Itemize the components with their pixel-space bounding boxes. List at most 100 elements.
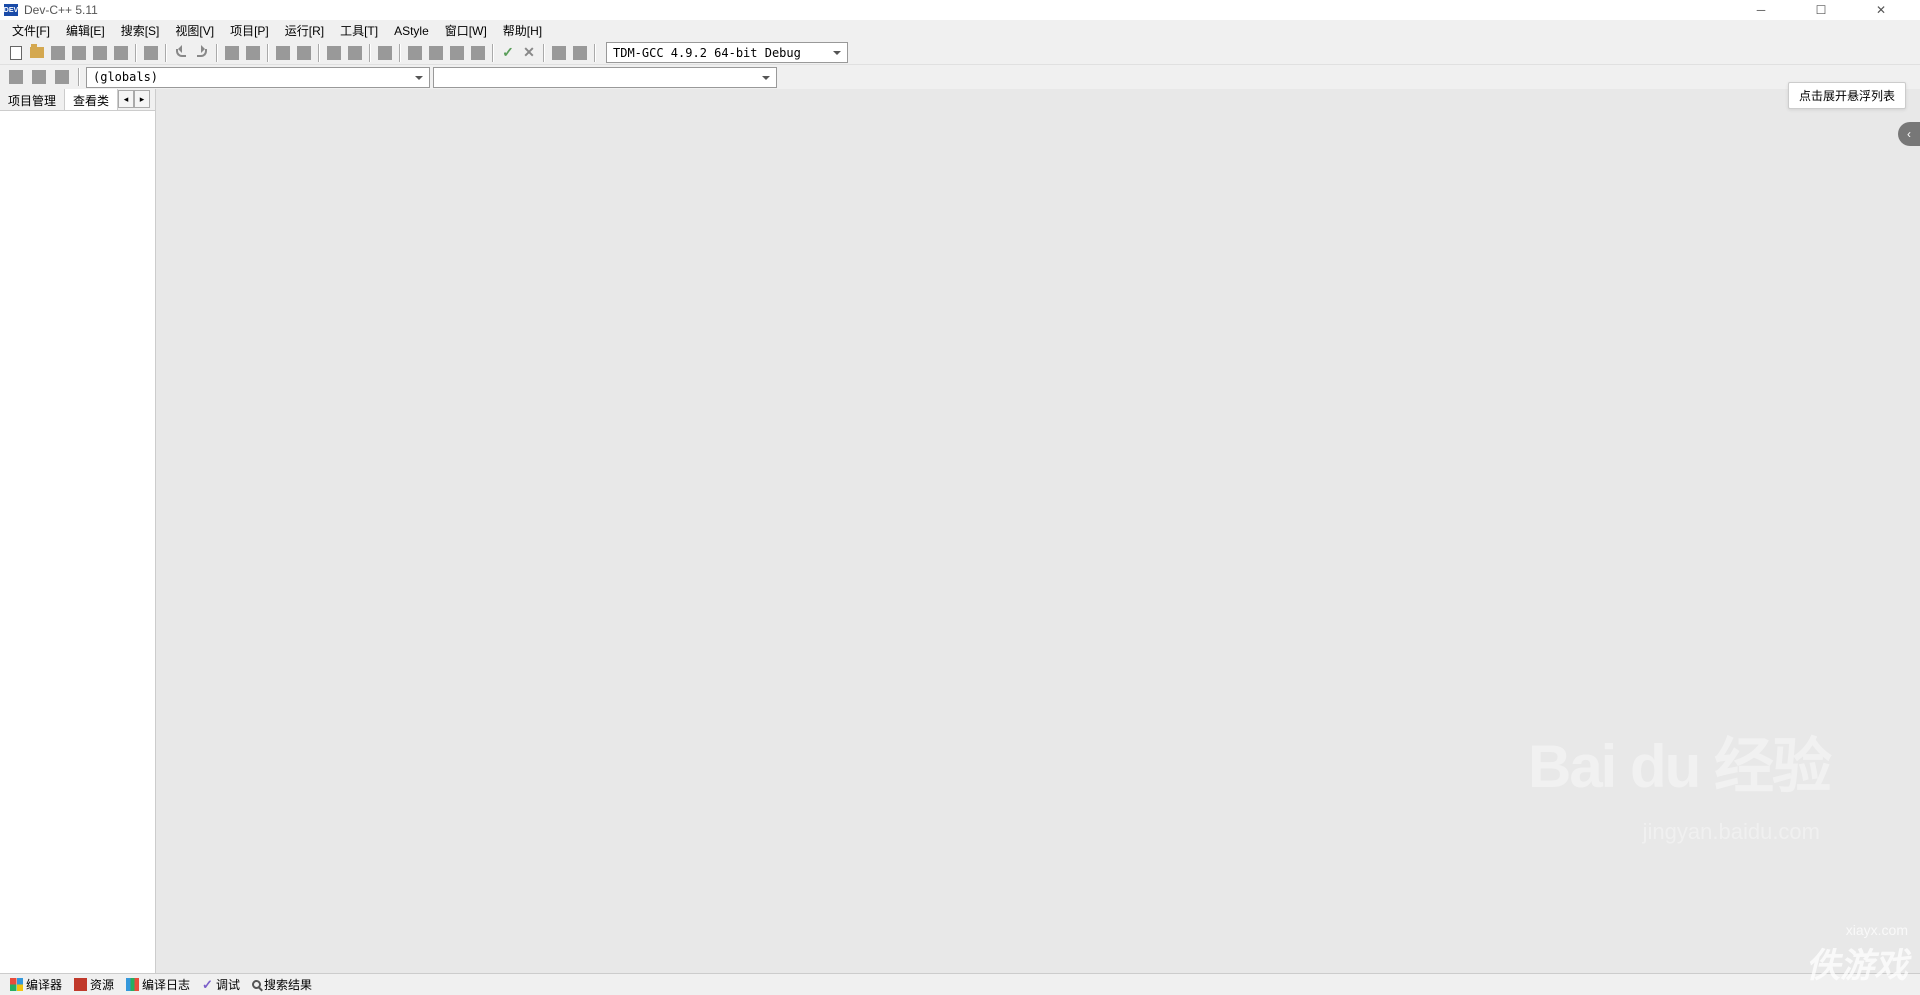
home-icon (55, 70, 69, 84)
goto-button[interactable] (549, 43, 569, 63)
grid-icon (450, 46, 464, 60)
toolbar-separator (318, 44, 320, 62)
scope-selector[interactable]: (globals) (86, 67, 430, 88)
save-as-icon (93, 46, 107, 60)
undo-button[interactable] (171, 43, 191, 63)
floating-tooltip[interactable]: 点击展开悬浮列表 (1788, 82, 1906, 109)
x-icon: ✕ (523, 44, 535, 61)
close-file-button[interactable] (111, 43, 131, 63)
debug-icon (378, 46, 392, 60)
rebuild-button[interactable] (345, 43, 365, 63)
side-panel: 项目管理 查看类 ◂ ▸ (0, 89, 156, 973)
status-tab-search-results[interactable]: 搜索结果 (248, 976, 316, 993)
tab-scroll-right-button[interactable]: ▸ (134, 90, 150, 108)
compile-button[interactable] (273, 43, 293, 63)
debug-check-icon: ✓ (202, 977, 213, 993)
compile-icon (276, 46, 290, 60)
open-folder-icon (30, 47, 44, 58)
menu-edit[interactable]: 编辑[E] (58, 20, 113, 41)
menu-tools[interactable]: 工具[T] (332, 20, 386, 41)
toolbar-separator (369, 44, 371, 62)
close-button[interactable]: ✕ (1866, 0, 1896, 20)
compile-run-icon (327, 46, 341, 60)
titlebar: DEV Dev-C++ 5.11 ─ ☐ ✕ (0, 0, 1920, 20)
workspace: 项目管理 查看类 ◂ ▸ (0, 89, 1920, 973)
check-button[interactable]: ✓ (498, 43, 518, 63)
minimize-button[interactable]: ─ (1746, 0, 1776, 20)
undo-icon (176, 49, 186, 57)
toolbar-separator (135, 44, 137, 62)
grid-icon (429, 46, 443, 60)
menu-search[interactable]: 搜索[S] (113, 20, 168, 41)
save-all-button[interactable] (69, 43, 89, 63)
find-icon (225, 46, 239, 60)
check-icon: ✓ (502, 44, 514, 61)
tooltip-label: 点击展开悬浮列表 (1799, 89, 1895, 103)
save-all-icon (72, 46, 86, 60)
navigator-toolbar: (globals) (0, 65, 1920, 89)
open-file-button[interactable] (27, 43, 47, 63)
tab-class-browser[interactable]: 查看类 (65, 89, 118, 110)
status-tab-resources[interactable]: 资源 (70, 976, 118, 993)
compiler-selector-value: TDM-GCC 4.9.2 64-bit Debug (613, 46, 801, 60)
grid1-button[interactable] (405, 43, 425, 63)
status-resources-label: 资源 (90, 976, 114, 993)
window-title: Dev-C++ 5.11 (24, 3, 98, 17)
status-debug-label: 调试 (216, 976, 240, 993)
nav-back-button[interactable] (6, 67, 26, 87)
rebuild-icon (348, 46, 362, 60)
status-tab-log[interactable]: 编译日志 (122, 976, 194, 993)
side-handle-button[interactable]: ‹ (1898, 122, 1920, 146)
menu-view[interactable]: 视图[V] (167, 20, 222, 41)
redo-button[interactable] (192, 43, 212, 63)
debug-button[interactable] (375, 43, 395, 63)
toolbar-separator (399, 44, 401, 62)
nav-fwd-button[interactable] (29, 67, 49, 87)
status-tab-compiler[interactable]: 编译器 (6, 976, 66, 993)
run-button[interactable] (294, 43, 314, 63)
cancel-button[interactable]: ✕ (519, 43, 539, 63)
resources-icon (74, 978, 87, 991)
save-icon (51, 46, 65, 60)
status-tab-debug[interactable]: ✓ 调试 (198, 976, 244, 993)
grid-icon (471, 46, 485, 60)
function-selector[interactable] (433, 67, 777, 88)
back-icon (9, 70, 23, 84)
nav-home-button[interactable] (52, 67, 72, 87)
menu-astyle[interactable]: AStyle (386, 22, 437, 40)
bookmark-button[interactable] (570, 43, 590, 63)
menu-run[interactable]: 运行[R] (277, 20, 332, 41)
replace-icon (246, 46, 260, 60)
log-icon (126, 978, 139, 991)
goto-icon (552, 46, 566, 60)
close-file-icon (114, 46, 128, 60)
toolbar-separator (594, 44, 596, 62)
print-icon (144, 46, 158, 60)
save-as-button[interactable] (90, 43, 110, 63)
menu-project[interactable]: 项目[P] (222, 20, 277, 41)
replace-button[interactable] (243, 43, 263, 63)
toolbar-separator (165, 44, 167, 62)
status-compiler-label: 编译器 (26, 976, 62, 993)
menu-window[interactable]: 窗口[W] (437, 20, 495, 41)
maximize-button[interactable]: ☐ (1806, 0, 1836, 20)
find-button[interactable] (222, 43, 242, 63)
bookmark-icon (573, 46, 587, 60)
main-toolbar: ✓ ✕ TDM-GCC 4.9.2 64-bit Debug (0, 41, 1920, 65)
status-bar: 编译器 资源 编译日志 ✓ 调试 搜索结果 (0, 973, 1920, 995)
grid4-button[interactable] (468, 43, 488, 63)
tab-project-manager[interactable]: 项目管理 (0, 89, 65, 110)
grid3-button[interactable] (447, 43, 467, 63)
menu-file[interactable]: 文件[F] (4, 20, 58, 41)
compile-run-button[interactable] (324, 43, 344, 63)
print-button[interactable] (141, 43, 161, 63)
save-button[interactable] (48, 43, 68, 63)
scope-selector-value: (globals) (93, 70, 158, 84)
tab-scroll-left-button[interactable]: ◂ (118, 90, 134, 108)
menu-help[interactable]: 帮助[H] (495, 20, 550, 41)
compiler-selector[interactable]: TDM-GCC 4.9.2 64-bit Debug (606, 42, 848, 63)
run-icon (297, 46, 311, 60)
grid2-button[interactable] (426, 43, 446, 63)
status-log-label: 编译日志 (142, 976, 190, 993)
new-file-button[interactable] (6, 43, 26, 63)
